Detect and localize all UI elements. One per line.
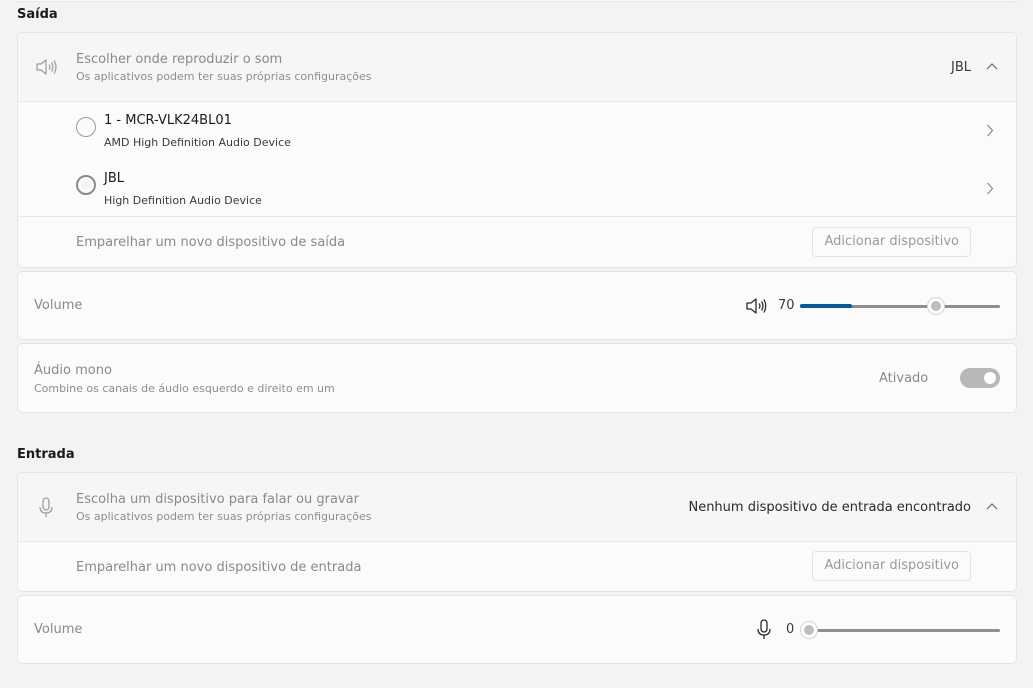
device-radio-selected[interactable] — [76, 175, 96, 195]
chevron-up-icon[interactable] — [986, 502, 998, 510]
add-output-device-button[interactable]: Adicionar dispositivo — [812, 227, 971, 257]
output-volume-value: 70 — [778, 298, 795, 313]
device-name: JBL — [104, 171, 124, 186]
input-pair-label: Emparelhar um novo dispositivo de entrad… — [76, 560, 362, 575]
speaker-icon[interactable] — [745, 297, 767, 315]
mono-audio-title: Áudio mono — [34, 363, 112, 378]
microphone-icon[interactable] — [756, 619, 772, 641]
output-device-item[interactable]: JBL High Definition Audio Device — [18, 160, 1016, 216]
input-device-picker[interactable]: Escolha um dispositivo para falar ou gra… — [18, 473, 1016, 541]
slider-fill — [800, 304, 852, 308]
output-picker-subtitle: Os aplicativos podem ter suas próprias c… — [76, 70, 372, 83]
output-volume-label: Volume — [34, 298, 83, 313]
output-pair-row: Emparelhar um novo dispositivo de saída … — [18, 217, 1016, 267]
input-picker-title: Escolha um dispositivo para falar ou gra… — [76, 492, 359, 507]
input-volume-slider[interactable] — [800, 620, 1000, 640]
output-selected-device: JBL — [951, 60, 971, 75]
output-volume-slider[interactable] — [800, 296, 1000, 316]
sound-settings-page: Saída Escolher onde reproduzir o som Os … — [0, 0, 1033, 688]
output-device-item[interactable]: 1 - MCR-VLK24BL01 AMD High Definition Au… — [18, 102, 1016, 160]
output-section-title: Saída — [17, 7, 58, 22]
chevron-up-icon[interactable] — [986, 62, 998, 70]
input-picker-subtitle: Os aplicativos podem ter suas próprias c… — [76, 510, 372, 523]
input-device-card: Escolha um dispositivo para falar ou gra… — [17, 472, 1017, 592]
device-name: 1 - MCR-VLK24BL01 — [104, 113, 232, 128]
output-device-card: Escolher onde reproduzir o som Os aplica… — [17, 32, 1017, 268]
device-radio[interactable] — [76, 117, 96, 137]
chevron-right-icon[interactable] — [986, 124, 994, 137]
output-picker-title: Escolher onde reproduzir o som — [76, 52, 283, 67]
output-pair-label: Emparelhar um novo dispositivo de saída — [76, 235, 346, 250]
speaker-icon — [36, 59, 57, 75]
mono-audio-toggle[interactable] — [960, 368, 1000, 388]
slider-track — [800, 629, 1000, 632]
input-pair-row: Emparelhar um novo dispositivo de entrad… — [18, 542, 1016, 591]
device-description: AMD High Definition Audio Device — [104, 136, 291, 149]
output-device-picker[interactable]: Escolher onde reproduzir o som Os aplica… — [18, 33, 1016, 101]
input-selected-device: Nenhum dispositivo de entrada encontrado — [688, 500, 971, 515]
mono-audio-card: Áudio mono Combine os canais de áudio es… — [17, 343, 1017, 413]
input-volume-label: Volume — [34, 622, 83, 637]
slider-thumb[interactable] — [927, 297, 945, 315]
add-input-device-button[interactable]: Adicionar dispositivo — [812, 551, 971, 581]
output-volume-card: Volume 70 — [17, 271, 1017, 340]
input-section-title: Entrada — [17, 447, 75, 462]
chevron-right-icon[interactable] — [986, 182, 994, 195]
input-volume-card: Volume 0 — [17, 595, 1017, 664]
slider-thumb[interactable] — [800, 621, 818, 639]
input-volume-value: 0 — [786, 622, 795, 637]
device-description: High Definition Audio Device — [104, 194, 262, 207]
microphone-icon — [39, 497, 53, 517]
toggle-knob — [984, 372, 996, 384]
mono-audio-state: Ativado — [879, 371, 929, 386]
mono-audio-subtitle: Combine os canais de áudio esquerdo e di… — [34, 382, 335, 395]
previous-card-edge — [17, 0, 1017, 2]
